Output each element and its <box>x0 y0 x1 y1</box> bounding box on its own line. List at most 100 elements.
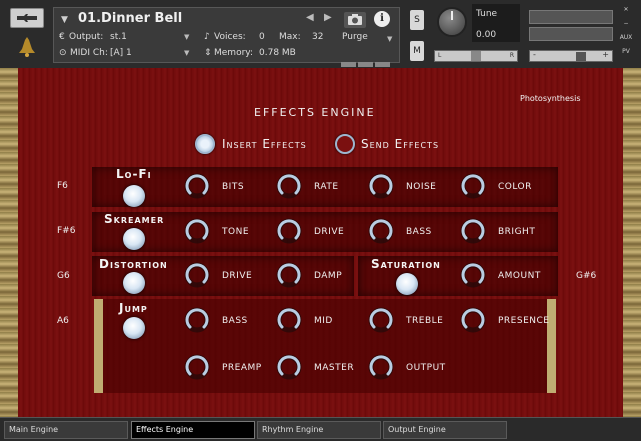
param-knob[interactable] <box>184 354 210 380</box>
param-label: DRIVE <box>314 227 345 237</box>
param-label: MASTER <box>314 363 355 373</box>
param-knob[interactable] <box>460 173 486 199</box>
param-knob[interactable] <box>184 218 210 244</box>
param-knob[interactable] <box>368 218 394 244</box>
key-label: A6 <box>57 316 69 326</box>
param-knob[interactable] <box>460 262 486 288</box>
send-effects-radio[interactable] <box>335 134 355 154</box>
jump-title: Jump <box>119 301 148 315</box>
mute-button[interactable]: M <box>410 41 424 61</box>
purge-dropdown-icon[interactable]: ▼ <box>387 35 392 43</box>
param-knob[interactable] <box>276 307 302 333</box>
volume-plus-label: + <box>602 50 609 59</box>
minimize-icon[interactable]: − <box>618 20 634 32</box>
midi-value[interactable]: [A] 1 <box>110 48 132 58</box>
right-ornament <box>623 68 641 417</box>
skreamer-toggle[interactable] <box>123 228 145 250</box>
param-label: PREAMP <box>222 363 262 373</box>
info-icon[interactable]: i <box>374 11 390 27</box>
midi-dropdown-icon[interactable]: ▼ <box>184 49 189 57</box>
saturation-toggle[interactable] <box>396 273 418 295</box>
camera-icon[interactable] <box>344 12 366 28</box>
wrench-icon[interactable] <box>10 8 44 28</box>
output-icon: € <box>59 32 65 42</box>
volume-slider[interactable]: - + <box>529 50 613 62</box>
pan-slider[interactable]: L R <box>434 50 518 62</box>
aux-button[interactable]: AUX <box>618 34 634 46</box>
midi-icon: ⊙ <box>59 48 67 58</box>
pan-right-label: R <box>509 52 514 59</box>
bell-logo-icon <box>16 35 38 57</box>
next-instrument-icon[interactable]: ▶ <box>324 12 332 23</box>
param-label: TREBLE <box>406 316 444 326</box>
voices-value: 0 <box>259 32 265 42</box>
side-buttons: ✕ − AUX PV <box>618 6 634 62</box>
param-knob[interactable] <box>184 307 210 333</box>
param-knob[interactable] <box>460 307 486 333</box>
param-label: NOISE <box>406 182 437 192</box>
param-knob[interactable] <box>368 307 394 333</box>
param-knob[interactable] <box>276 354 302 380</box>
memory-label: Memory: <box>214 48 253 58</box>
param-knob[interactable] <box>276 262 302 288</box>
prev-instrument-icon[interactable]: ◀ <box>306 12 314 23</box>
output-label: Output: <box>69 32 104 42</box>
pv-button[interactable]: PV <box>618 48 634 60</box>
level-meter-left <box>529 10 613 24</box>
insert-effects-label[interactable]: Insert Effects <box>222 137 307 151</box>
memory-value: 0.78 MB <box>259 48 296 58</box>
param-knob[interactable] <box>184 173 210 199</box>
memory-icon: ⇕ <box>204 48 212 58</box>
tune-value[interactable]: 0.00 <box>476 30 496 40</box>
param-knob[interactable] <box>184 262 210 288</box>
param-knob[interactable] <box>276 218 302 244</box>
lofi-toggle[interactable] <box>123 185 145 207</box>
effects-engine-panel: EFFECTS ENGINE Photosynthesis Insert Eff… <box>0 68 641 417</box>
param-label: MID <box>314 316 333 326</box>
jump-toggle[interactable] <box>123 317 145 339</box>
instrument-name[interactable]: 01.Dinner Bell <box>78 11 182 26</box>
param-label: BITS <box>222 182 245 192</box>
engine-tabs: Main Engine Effects Engine Rhythm Engine… <box>0 417 641 441</box>
param-label: DRIVE <box>222 271 253 281</box>
param-label: DAMP <box>314 271 343 281</box>
max-value[interactable]: 32 <box>312 32 323 42</box>
brand-label: Photosynthesis <box>520 94 581 103</box>
level-meter-right <box>529 27 613 41</box>
voices-label: Voices: <box>214 32 246 42</box>
distortion-toggle[interactable] <box>123 272 145 294</box>
volume-handle[interactable] <box>576 52 586 61</box>
tab-main-engine[interactable]: Main Engine <box>4 421 128 439</box>
tune-label: Tune <box>476 9 498 19</box>
tab-rhythm-engine[interactable]: Rhythm Engine <box>257 421 381 439</box>
param-label: OUTPUT <box>406 363 446 373</box>
key-label: G6 <box>57 271 70 281</box>
param-label: BASS <box>406 227 432 237</box>
param-knob[interactable] <box>368 354 394 380</box>
max-label: Max: <box>279 32 301 42</box>
lofi-title: Lo-Fi <box>116 167 152 181</box>
purge-menu[interactable]: Purge <box>342 32 368 42</box>
param-knob[interactable] <box>368 173 394 199</box>
tab-output-engine[interactable]: Output Engine <box>383 421 507 439</box>
solo-button[interactable]: S <box>410 10 424 30</box>
param-knob[interactable] <box>460 218 486 244</box>
instrument-header: ▼ 01.Dinner Bell ◀ ▶ i € Output: st.1 ▼ … <box>0 0 641 68</box>
output-dropdown-icon[interactable]: ▼ <box>184 33 189 41</box>
close-icon[interactable]: ✕ <box>618 6 634 18</box>
jump-band <box>94 299 556 393</box>
tab-effects-engine[interactable]: Effects Engine <box>131 421 255 439</box>
page-title: EFFECTS ENGINE <box>254 106 376 119</box>
left-ornament <box>0 68 18 417</box>
purge-meter <box>341 52 393 67</box>
pan-handle[interactable] <box>471 51 481 61</box>
insert-effects-radio[interactable] <box>195 134 215 154</box>
volume-minus-label: - <box>533 50 536 59</box>
collapse-icon[interactable]: ▼ <box>61 15 68 25</box>
tune-knob[interactable] <box>437 7 467 37</box>
param-knob[interactable] <box>276 173 302 199</box>
output-value[interactable]: st.1 <box>110 32 127 42</box>
param-label: AMOUNT <box>498 271 541 281</box>
send-effects-label[interactable]: Send Effects <box>361 137 439 151</box>
voices-icon: ♪ <box>204 32 210 42</box>
